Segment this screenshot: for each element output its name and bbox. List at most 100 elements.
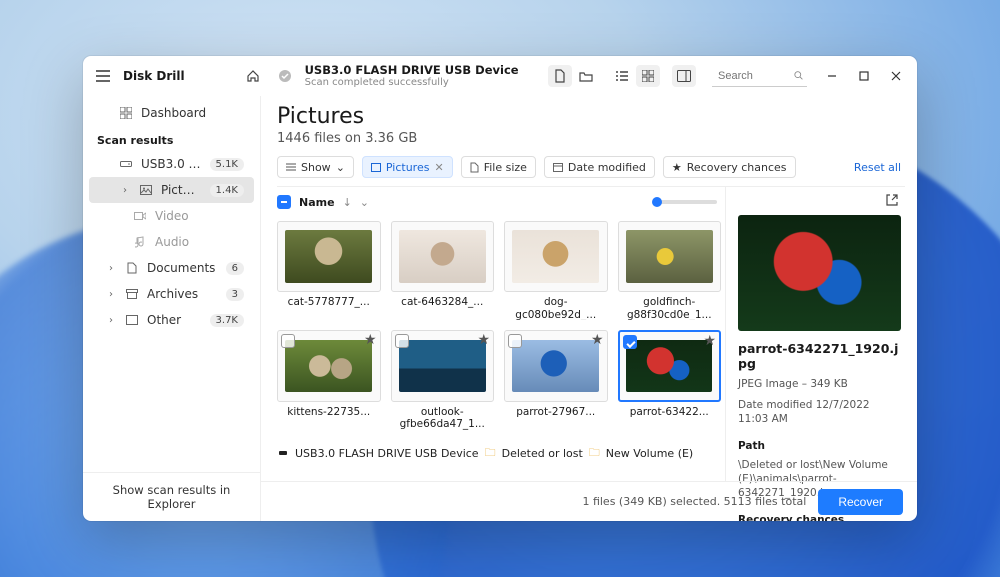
chevron-down-icon[interactable]: ⌄ xyxy=(360,196,369,209)
file-view-icon[interactable] xyxy=(548,65,572,87)
sidebar: Dashboard Scan results USB3.0 FLASH DRIV… xyxy=(83,96,261,521)
chevron-right-icon: › xyxy=(109,289,117,300)
thumbnail-item[interactable]: ★ outlook-gfbe66da47_1... xyxy=(391,330,495,429)
star-icon[interactable]: ★ xyxy=(703,333,716,349)
filter-bar: Show ⌄ Pictures ✕ File size Date modifie… xyxy=(261,152,917,186)
sidebar-item-label: Video xyxy=(155,209,244,223)
open-external-icon[interactable] xyxy=(883,191,901,209)
search-input[interactable] xyxy=(716,69,790,83)
thumbnail-filename: outlook-gfbe66da47_1... xyxy=(391,406,495,430)
video-icon xyxy=(133,211,147,221)
sidebar-item-archives[interactable]: › Archives 3 xyxy=(89,281,254,307)
filter-recovery-chances[interactable]: ★ Recovery chances xyxy=(663,156,796,178)
thumb-checkbox[interactable] xyxy=(623,335,637,349)
audio-icon xyxy=(133,236,147,248)
sidebar-badge: 6 xyxy=(226,262,244,275)
window-maximize-icon[interactable] xyxy=(851,63,877,89)
breadcrumb-folder[interactable]: New Volume (E) xyxy=(606,447,693,460)
reset-all-link[interactable]: Reset all xyxy=(854,161,901,174)
sidebar-item-audio[interactable]: Audio xyxy=(89,229,254,255)
sidebar-item-other[interactable]: › Other 3.7K xyxy=(89,307,254,333)
device-name: USB3.0 FLASH DRIVE USB Device xyxy=(305,64,519,77)
sidebar-item-video[interactable]: Video xyxy=(89,203,254,229)
sort-arrow-icon[interactable]: ↓ xyxy=(343,196,352,209)
chevron-right-icon: › xyxy=(109,315,117,326)
device-info: USB3.0 FLASH DRIVE USB Device Scan compl… xyxy=(305,64,519,89)
list-view-icon[interactable] xyxy=(610,65,634,87)
select-all-checkbox[interactable] xyxy=(277,195,291,209)
filter-date-modified[interactable]: Date modified xyxy=(544,156,655,178)
breadcrumb: USB3.0 FLASH DRIVE USB Device 🗀 Deleted … xyxy=(277,438,725,469)
sidebar-section-heading: Scan results xyxy=(83,126,260,151)
thumbnail-filename: parrot-63422... xyxy=(630,406,709,430)
thumbnail-item[interactable]: ★ kittens-22735... xyxy=(277,330,381,429)
show-in-explorer-button[interactable]: Show scan results in Explorer xyxy=(83,472,260,521)
folder-view-icon[interactable] xyxy=(574,65,598,87)
picture-icon xyxy=(371,163,381,172)
chevron-down-icon: ⌄ xyxy=(336,161,345,174)
breadcrumb-root[interactable]: USB3.0 FLASH DRIVE USB Device xyxy=(295,447,479,460)
sidebar-item-pictures[interactable]: › Pictures 1.4K xyxy=(89,177,254,203)
status-text: 1 files (349 KB) selected. 5113 files to… xyxy=(582,495,806,508)
grid-view-icon[interactable] xyxy=(636,65,660,87)
view-mode-file xyxy=(548,65,598,87)
preview-panel-icon[interactable] xyxy=(672,65,696,87)
sidebar-badge: 3.7K xyxy=(210,314,244,327)
sidebar-item-label: Archives xyxy=(147,287,218,301)
thumbnail-item[interactable]: ★ parrot-63422... xyxy=(618,330,722,429)
folder-icon: 🗀 xyxy=(589,444,600,463)
sidebar-item-label: Pictures xyxy=(161,183,202,197)
sidebar-item-label: Documents xyxy=(147,261,218,275)
show-label: Show xyxy=(301,161,331,174)
thumbnail-item[interactable]: cat-6463284_... xyxy=(391,221,495,320)
filter-file-size[interactable]: File size xyxy=(461,156,536,178)
filter-label: File size xyxy=(484,161,527,174)
filter-label: Recovery chances xyxy=(687,161,787,174)
search-icon xyxy=(794,70,803,81)
folder-icon: 🗀 xyxy=(485,444,496,463)
sidebar-badge: 1.4K xyxy=(210,184,244,197)
dashboard-icon xyxy=(119,107,133,119)
sidebar-item-device[interactable]: USB3.0 FLASH DRIVE US... 5.1K xyxy=(89,151,254,177)
close-icon[interactable]: ✕ xyxy=(434,161,443,174)
show-dropdown[interactable]: Show ⌄ xyxy=(277,156,354,178)
home-icon[interactable] xyxy=(241,64,265,88)
other-icon xyxy=(125,315,139,325)
filter-label: Date modified xyxy=(568,161,646,174)
search-box[interactable] xyxy=(712,65,807,87)
chevron-right-icon: › xyxy=(123,185,131,196)
chevron-right-icon: › xyxy=(109,263,117,274)
star-icon[interactable]: ★ xyxy=(591,332,604,348)
star-icon[interactable]: ★ xyxy=(364,332,377,348)
thumb-checkbox[interactable] xyxy=(281,334,295,348)
grid-header: Name ↓ ⌄ xyxy=(277,187,725,217)
thumb-checkbox[interactable] xyxy=(395,334,409,348)
window-close-icon[interactable] xyxy=(883,63,909,89)
list-icon xyxy=(286,163,296,171)
thumbnail-item[interactable]: dog-gc080be92d_... xyxy=(504,221,608,320)
status-bar: 1 files (349 KB) selected. 5113 files to… xyxy=(261,481,917,521)
column-name[interactable]: Name xyxy=(299,196,335,209)
thumbnail-item[interactable]: cat-5778777_... xyxy=(277,221,381,320)
thumbnail-size-slider[interactable] xyxy=(657,200,717,204)
thumbnail-grid: cat-5778777_... cat-6463284_... dog-gc08… xyxy=(277,217,725,438)
titlebar: Disk Drill USB3.0 FLASH DRIVE USB Device… xyxy=(83,56,917,96)
window-minimize-icon[interactable] xyxy=(819,63,845,89)
star-icon[interactable]: ★ xyxy=(477,332,490,348)
sidebar-item-dashboard[interactable]: Dashboard xyxy=(89,100,254,126)
sidebar-item-label: USB3.0 FLASH DRIVE US... xyxy=(141,157,202,171)
thumbnail-filename: dog-gc080be92d_... xyxy=(504,296,608,320)
app-title: Disk Drill xyxy=(123,69,185,83)
filter-pictures[interactable]: Pictures ✕ xyxy=(362,156,453,178)
thumbnail-item[interactable]: ★ parrot-27967... xyxy=(504,330,608,429)
recover-button[interactable]: Recover xyxy=(818,489,903,515)
sidebar-item-documents[interactable]: › Documents 6 xyxy=(89,255,254,281)
document-icon xyxy=(470,162,479,173)
breadcrumb-folder[interactable]: Deleted or lost xyxy=(502,447,583,460)
drive-icon xyxy=(119,159,133,169)
preview-image xyxy=(738,215,901,331)
thumbnail-item[interactable]: goldfinch-g88f30cd0e_1... xyxy=(618,221,722,320)
star-icon: ★ xyxy=(672,161,682,174)
hamburger-icon[interactable] xyxy=(91,64,115,88)
thumb-checkbox[interactable] xyxy=(508,334,522,348)
